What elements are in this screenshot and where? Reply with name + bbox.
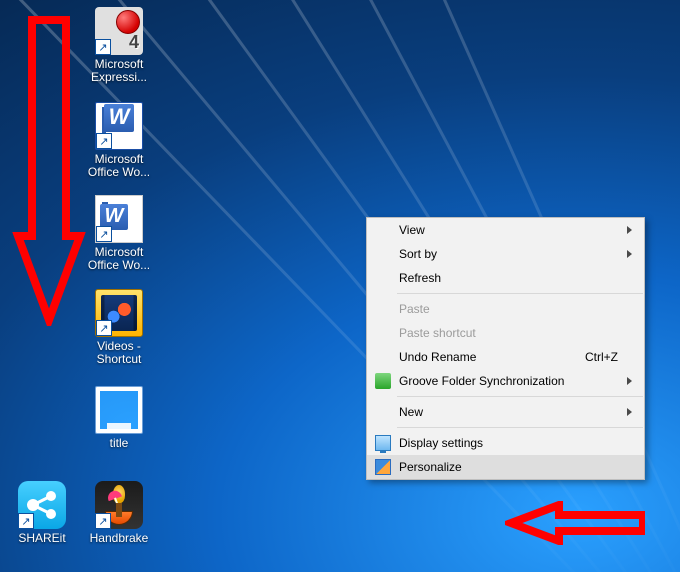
shortcut-overlay-icon: ↗ bbox=[95, 39, 111, 55]
desktop-icon-videos-shortcut[interactable]: ↗ Videos - Shortcut bbox=[82, 289, 156, 366]
desktop-icon-ms-expression[interactable]: ↗ Microsoft Expressi... bbox=[82, 7, 156, 84]
desktop-icon-handbrake[interactable]: ↗ Handbrake bbox=[82, 481, 156, 545]
icon-label: SHAREit bbox=[5, 532, 79, 545]
shortcut-overlay-icon: ↗ bbox=[18, 513, 34, 529]
display-settings-icon bbox=[375, 435, 391, 451]
ctx-view[interactable]: View bbox=[367, 218, 644, 242]
icon-label: Handbrake bbox=[82, 532, 156, 545]
ctx-personalize[interactable]: Personalize bbox=[367, 455, 644, 479]
icon-label: Microsoft Office Wo... bbox=[82, 246, 156, 272]
annotation-down-arrow bbox=[12, 16, 86, 326]
desktop-icon-ms-word-2[interactable]: W ↗ Microsoft Office Wo... bbox=[82, 195, 156, 272]
desktop-icon-shareit[interactable]: ↗ SHAREit bbox=[5, 481, 79, 545]
ctx-sort-by[interactable]: Sort by bbox=[367, 242, 644, 266]
icon-label: Videos - Shortcut bbox=[82, 340, 156, 366]
shortcut-overlay-icon: ↗ bbox=[95, 513, 111, 529]
ctx-groove-sync[interactable]: Groove Folder Synchronization bbox=[367, 369, 644, 393]
ctx-paste-shortcut: Paste shortcut bbox=[367, 321, 644, 345]
ctx-separator bbox=[397, 293, 643, 294]
shortcut-overlay-icon: ↗ bbox=[96, 133, 112, 149]
image-file-icon bbox=[95, 386, 143, 434]
icon-label: Microsoft Office Wo... bbox=[82, 153, 156, 179]
desktop-icon-title-image[interactable]: title bbox=[82, 386, 156, 450]
shareit-icon: ↗ bbox=[18, 481, 66, 529]
icon-label: title bbox=[82, 437, 156, 450]
icon-label: Microsoft Expressi... bbox=[82, 58, 156, 84]
desktop-icon-ms-word-1[interactable]: W ↗ Microsoft Office Wo... bbox=[82, 102, 156, 179]
shortcut-overlay-icon: ↗ bbox=[96, 226, 112, 242]
videos-folder-icon: ↗ bbox=[95, 289, 143, 337]
ctx-refresh[interactable]: Refresh bbox=[367, 266, 644, 290]
ctx-display-settings[interactable]: Display settings bbox=[367, 431, 644, 455]
ctx-new-submenu[interactable]: New bbox=[367, 400, 644, 424]
shortcut-overlay-icon: ↗ bbox=[96, 320, 112, 336]
ms-word-icon: W ↗ bbox=[95, 102, 143, 150]
ctx-separator bbox=[397, 427, 643, 428]
annotation-left-arrow bbox=[505, 501, 645, 545]
desktop-context-menu: View Sort by Refresh Paste Paste shortcu… bbox=[366, 217, 645, 480]
groove-icon bbox=[375, 373, 391, 389]
ms-word-doc-icon: W ↗ bbox=[95, 195, 143, 243]
ctx-accel: Ctrl+Z bbox=[585, 350, 618, 364]
ctx-undo-rename[interactable]: Undo RenameCtrl+Z bbox=[367, 345, 644, 369]
ctx-paste: Paste bbox=[367, 297, 644, 321]
ctx-separator bbox=[397, 396, 643, 397]
handbrake-icon: ↗ bbox=[95, 481, 143, 529]
ms-expression-icon: ↗ bbox=[95, 7, 143, 55]
personalize-icon bbox=[375, 459, 391, 475]
